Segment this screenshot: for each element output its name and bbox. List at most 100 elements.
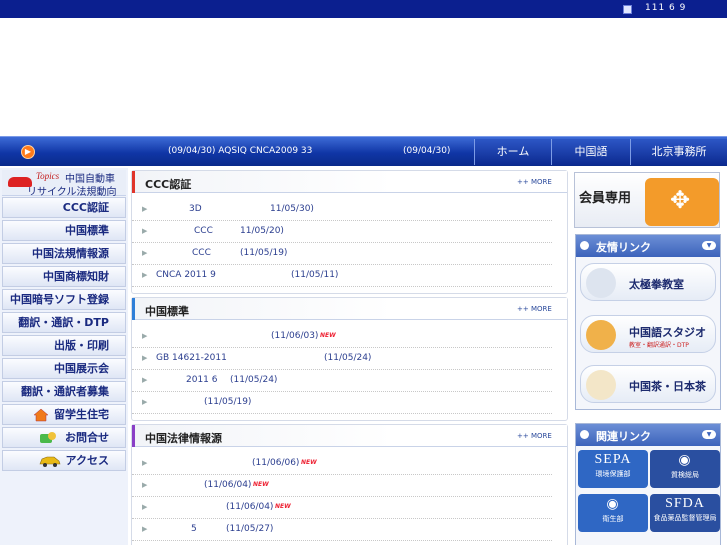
- item-date: (11/05/24): [230, 375, 278, 385]
- link-label: 中国茶・日本茶: [629, 380, 706, 393]
- panel-title: 友情リンク: [596, 241, 651, 254]
- item-date: (11/06/04): [204, 480, 252, 490]
- bullet-arrow-icon: ▶: [142, 354, 148, 362]
- item-title[interactable]: 5: [191, 524, 197, 534]
- item-date: (11/06/04): [226, 502, 274, 512]
- link-sublabel: 教室・翻訳通訳・DTP: [629, 342, 689, 349]
- logo-caption: 衛生部: [602, 515, 624, 523]
- tab-chinese[interactable]: 中国語: [551, 139, 630, 165]
- sidebar-item-standards[interactable]: 中国標準: [2, 220, 126, 241]
- emblem-icon: ◉: [606, 497, 620, 512]
- item-date: (11/06/06): [252, 458, 300, 468]
- member-logo-icon: ✥: [645, 178, 719, 226]
- topics-subtitle: リサイクル法規動向: [27, 187, 117, 198]
- house-icon: [33, 408, 49, 422]
- list-item[interactable]: ▶ (11/06/04) NEW: [132, 497, 552, 519]
- item-title[interactable]: 2011 6: [186, 375, 218, 385]
- list-item[interactable]: ▶ CNCA 2011 9 (11/05/11): [132, 265, 552, 287]
- sidebar-item-crypto[interactable]: 中国暗号ソフト登録: [2, 289, 126, 310]
- list-item[interactable]: ▶ CCC 11/05/20): [132, 221, 552, 243]
- sidebar-item-label: お問合せ: [65, 431, 109, 444]
- sidebar-item-exhibition[interactable]: 中国展示会: [2, 358, 126, 379]
- list-item[interactable]: ▶ 5 (11/05/27): [132, 519, 552, 541]
- list-item[interactable]: ▶ (11/05/19): [132, 392, 552, 414]
- sidebar-item-law-info[interactable]: 中国法規情報源: [2, 243, 126, 264]
- expand-icon[interactable]: ▼: [702, 241, 716, 250]
- section-color-bar: [132, 171, 135, 193]
- more-link[interactable]: ++ MORE: [517, 432, 552, 440]
- new-badge: NEW: [275, 503, 291, 510]
- item-date: 11/05/20): [240, 226, 284, 236]
- section-title: 中国標準: [145, 305, 189, 318]
- item-date: (11/05/11): [291, 270, 339, 280]
- list-item[interactable]: ▶ (11/06/04) NEW: [132, 475, 552, 497]
- member-only-banner[interactable]: 会員専用 ✥: [574, 172, 720, 228]
- section-color-bar: [132, 298, 135, 320]
- sidebar-item-ccc[interactable]: CCC認証: [2, 197, 126, 218]
- section-title: CCC認証: [145, 178, 192, 191]
- item-title[interactable]: 3D: [189, 204, 202, 214]
- bullet-arrow-icon: ▶: [142, 398, 148, 406]
- link-aqsiq[interactable]: ◉ 質検総局: [650, 450, 720, 488]
- sidebar-item-recruit[interactable]: 翻訳・通訳者募集: [2, 381, 126, 402]
- link-label: 中国語スタジオ: [629, 326, 706, 339]
- link-tea[interactable]: 中国茶・日本茶: [580, 365, 716, 403]
- sidebar-item-label: アクセス: [65, 454, 109, 467]
- new-badge: NEW: [320, 332, 336, 339]
- list-item[interactable]: ▶ GB 14621-2011 (11/05/24): [132, 348, 552, 370]
- tab-beijing-office[interactable]: 北京事務所: [630, 139, 727, 165]
- logo-title: SFDA: [665, 496, 705, 511]
- section-ccc: CCC認証 ++ MORE ▶ 3D 11/05/30) ▶ CCC 11/05…: [131, 170, 568, 294]
- section-color-bar: [132, 425, 135, 447]
- link-sepa[interactable]: SEPA 環境保護部: [578, 450, 648, 488]
- main-content: CCC認証 ++ MORE ▶ 3D 11/05/30) ▶ CCC 11/05…: [131, 168, 570, 545]
- list-item[interactable]: ▶ (11/06/06) NEW: [132, 453, 552, 475]
- sidebar-item-housing[interactable]: 留学生住宅: [2, 404, 126, 425]
- sidebar-item-publishing[interactable]: 出版・印刷: [2, 335, 126, 356]
- news-ticker-item[interactable]: (09/04/30) AQSIQ CNCA2009 33: [168, 146, 312, 156]
- item-title[interactable]: CCC: [192, 248, 211, 258]
- item-date: 11/05/30): [270, 204, 314, 214]
- list-item[interactable]: ▶ 2011 6 (11/05/24): [132, 370, 552, 392]
- bullet-arrow-icon: ▶: [142, 227, 148, 235]
- contact-icon: [39, 431, 56, 444]
- list-item[interactable]: ▶ CCC (11/05/19): [132, 243, 552, 265]
- tea-cup-icon: [586, 370, 616, 400]
- list-item[interactable]: ▶ 3D 11/05/30): [132, 199, 552, 221]
- current-date: 111 6 9: [645, 3, 687, 13]
- tab-home[interactable]: ホーム: [474, 139, 551, 165]
- sidebar-item-label: 留学生住宅: [54, 408, 109, 421]
- nav-bar: ▶ (09/04/30) AQSIQ CNCA2009 33 (09/04/30…: [0, 136, 727, 166]
- related-links-panel: 関連リンク ▼ SEPA 環境保護部 ◉ 質検総局 ◉ 衛生部 SFDA 食品薬…: [575, 423, 721, 545]
- bullet-arrow-icon: ▶: [142, 249, 148, 257]
- link-sfda[interactable]: SFDA 食品薬品監督管理局: [650, 494, 720, 532]
- news-ticker-item[interactable]: (09/04/30): [403, 146, 450, 156]
- link-taichi[interactable]: 太極拳教室: [580, 263, 716, 301]
- link-chinese-studio[interactable]: 中国語スタジオ 教室・翻訳通訳・DTP: [580, 315, 716, 353]
- list-item[interactable]: ▶ (11/06/03) NEW: [132, 326, 552, 348]
- link-label: 太極拳教室: [629, 278, 684, 291]
- more-link[interactable]: ++ MORE: [517, 305, 552, 313]
- calendar-icon: [623, 5, 632, 14]
- item-title[interactable]: CCC: [194, 226, 213, 236]
- more-link[interactable]: ++ MORE: [517, 178, 552, 186]
- bullet-arrow-icon: ▶: [142, 525, 148, 533]
- bullet-arrow-icon: ▶: [142, 459, 148, 467]
- new-badge: NEW: [301, 459, 317, 466]
- item-title[interactable]: GB 14621-2011: [156, 353, 227, 363]
- topics-banner[interactable]: Topics 中国自動車 リサイクル法規動向: [2, 170, 126, 198]
- sidebar-item-contact[interactable]: お問合せ: [2, 427, 126, 448]
- expand-icon[interactable]: ▼: [702, 430, 716, 439]
- link-moh[interactable]: ◉ 衛生部: [578, 494, 648, 532]
- section-standards: 中国標準 ++ MORE ▶ (11/06/03) NEW ▶ GB 14621…: [131, 297, 568, 421]
- item-title[interactable]: CNCA 2011 9: [156, 270, 216, 280]
- panel-header: 関連リンク ▼: [576, 424, 720, 446]
- sidebar-item-access[interactable]: アクセス: [2, 450, 126, 471]
- sidebar-item-translation[interactable]: 翻訳・通訳・DTP: [2, 312, 126, 333]
- bullet-icon: [580, 430, 589, 439]
- bullet-arrow-icon: ▶: [142, 332, 148, 340]
- bullet-arrow-icon: ▶: [142, 503, 148, 511]
- emblem-icon: ◉: [678, 453, 692, 468]
- sidebar-item-trademark[interactable]: 中国商標知財: [2, 266, 126, 287]
- section-header: CCC認証 ++ MORE: [132, 171, 567, 193]
